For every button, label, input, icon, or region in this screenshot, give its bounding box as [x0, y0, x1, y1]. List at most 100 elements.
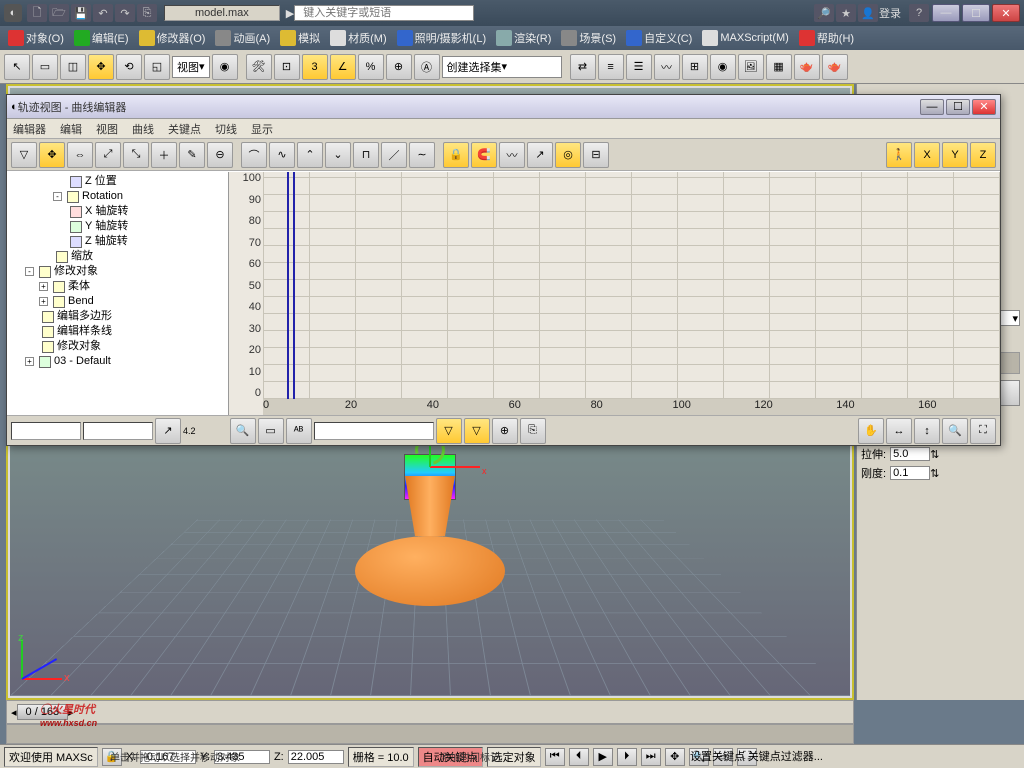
tree-node[interactable]: 编辑多边形: [9, 309, 226, 324]
tree-node[interactable]: 修改对象: [9, 339, 226, 354]
scale-value-icon[interactable]: ⤡: [123, 142, 149, 168]
ref-coord-select[interactable]: 视图 ▾: [172, 56, 210, 78]
curve-editor-icon[interactable]: 〰: [654, 54, 680, 80]
scale-keys-icon[interactable]: ⤢: [95, 142, 121, 168]
menu-材质(M)[interactable]: 材质(M): [326, 30, 391, 46]
render-setup-icon[interactable]: 🖼: [738, 54, 764, 80]
goto-start-icon[interactable]: ⏮: [545, 748, 565, 766]
ce-assign-icon[interactable]: ⊕: [492, 418, 518, 444]
ce-menu-切线[interactable]: 切线: [215, 121, 237, 137]
tangent-auto-icon[interactable]: ⌒: [241, 142, 267, 168]
key-time-field[interactable]: [11, 422, 81, 440]
menu-照明/摄影机(L)[interactable]: 照明/摄影机(L): [393, 30, 491, 46]
menu-修改器(O)[interactable]: 修改器(O): [135, 30, 210, 46]
track-bar[interactable]: [6, 724, 854, 744]
tangent-smooth-icon[interactable]: ∼: [409, 142, 435, 168]
save-icon[interactable]: 💾: [71, 4, 91, 22]
ce-maximize-button[interactable]: ☐: [946, 99, 970, 115]
biped-x-icon[interactable]: X: [914, 142, 940, 168]
tree-node[interactable]: X 轴旋转: [9, 204, 226, 219]
pan-icon[interactable]: ✥: [665, 748, 685, 766]
expand-icon[interactable]: +: [39, 282, 48, 291]
open-icon[interactable]: 🗁: [49, 4, 69, 22]
tree-node[interactable]: +03 - Default: [9, 354, 226, 369]
new-icon[interactable]: 🗋: [27, 4, 47, 22]
move-keys-icon[interactable]: ✥: [39, 142, 65, 168]
schematic-icon[interactable]: ⊞: [682, 54, 708, 80]
select-region-icon[interactable]: ▭: [32, 54, 58, 80]
curve-editor-titlebar[interactable]: ◐ 轨迹视图 - 曲线编辑器 — ☐ ✕: [7, 95, 1000, 119]
ce-menu-曲线[interactable]: 曲线: [132, 121, 154, 137]
expand-icon[interactable]: -: [53, 192, 62, 201]
ce-menu-关键点[interactable]: 关键点: [168, 121, 201, 137]
track-set-icon[interactable]: ⊟: [583, 142, 609, 168]
select-window-icon[interactable]: ◫: [60, 54, 86, 80]
menu-自定义(C)[interactable]: 自定义(C): [622, 30, 696, 46]
stretch-field[interactable]: [890, 447, 930, 461]
play-icon[interactable]: ▶: [593, 748, 613, 766]
render-frame-icon[interactable]: ▦: [766, 54, 792, 80]
menu-编辑(E)[interactable]: 编辑(E): [70, 30, 133, 46]
menu-场景(S)[interactable]: 场景(S): [557, 30, 620, 46]
ce-close-button[interactable]: ✕: [972, 99, 996, 115]
rotate-icon[interactable]: ⟲: [116, 54, 142, 80]
ce-copy-icon[interactable]: ⎘: [520, 418, 546, 444]
spinner-snap-icon[interactable]: ⊕: [386, 54, 412, 80]
z-field[interactable]: [288, 750, 344, 764]
quick-render-icon[interactable]: 🫖: [822, 54, 848, 80]
menu-对象(O)[interactable]: 对象(O): [4, 30, 68, 46]
filter-icon[interactable]: ▽: [11, 142, 37, 168]
key-value-field[interactable]: [83, 422, 153, 440]
biped-z-icon[interactable]: Z: [970, 142, 996, 168]
login-label[interactable]: 登录: [879, 5, 901, 21]
layers-icon[interactable]: ☰: [626, 54, 652, 80]
favorite-icon[interactable]: ★: [836, 4, 856, 22]
tree-node[interactable]: Y 轴旋转: [9, 219, 226, 234]
zoom-region-icon[interactable]: ▭: [258, 418, 284, 444]
add-key-icon[interactable]: ＋: [151, 142, 177, 168]
help-icon[interactable]: ?: [909, 4, 929, 22]
mirror-icon[interactable]: ⇄: [570, 54, 596, 80]
lock-icon[interactable]: 🔒: [443, 142, 469, 168]
menu-MAXScript(M)[interactable]: MAXScript(M): [698, 30, 792, 46]
manip-icon[interactable]: 🛠: [246, 54, 272, 80]
zoom-v-icon[interactable]: ↕: [914, 418, 940, 444]
zoom-selected-icon[interactable]: 🔍: [230, 418, 256, 444]
snap-toggle-icon[interactable]: 3: [302, 54, 328, 80]
spinner-icon[interactable]: ⇅: [930, 448, 939, 461]
named-sel-icon[interactable]: Ⓐ: [414, 54, 440, 80]
menu-帮助(H)[interactable]: 帮助(H): [795, 30, 858, 46]
ce-menu-显示[interactable]: 显示: [251, 121, 273, 137]
scale-icon[interactable]: ◱: [144, 54, 170, 80]
ce-filter2-icon[interactable]: ▽: [464, 418, 490, 444]
setkey-button[interactable]: 设置关键点 关键点过滤器...: [690, 748, 823, 764]
keymode-icon[interactable]: ⊡: [274, 54, 300, 80]
tangent-slow-icon[interactable]: ⌄: [325, 142, 351, 168]
zoom-h-icon[interactable]: ↔: [886, 418, 912, 444]
tangent-custom-icon[interactable]: ∿: [269, 142, 295, 168]
undo-icon[interactable]: ↶: [93, 4, 113, 22]
track-name-field[interactable]: [314, 422, 434, 440]
biped-select-icon[interactable]: 🚶: [886, 142, 912, 168]
tangent-fast-icon[interactable]: ⌃: [297, 142, 323, 168]
stiff-field[interactable]: [890, 466, 930, 480]
zoom-ext-icon[interactable]: ⛶: [970, 418, 996, 444]
show-keyable-icon[interactable]: ◎: [555, 142, 581, 168]
ce-menu-视图[interactable]: 视图: [96, 121, 118, 137]
biped-y-icon[interactable]: Y: [942, 142, 968, 168]
nav-arrow-icon[interactable]: ↗: [155, 418, 181, 444]
material-icon[interactable]: ◉: [710, 54, 736, 80]
graph-plot[interactable]: [263, 172, 1000, 399]
ce-menu-编辑器[interactable]: 编辑器: [13, 121, 46, 137]
tree-node[interactable]: -修改对象: [9, 264, 226, 279]
redo-icon[interactable]: ↷: [115, 4, 135, 22]
maximize-button[interactable]: ☐: [962, 4, 990, 22]
render-icon[interactable]: 🫖: [794, 54, 820, 80]
ce-menu-编辑[interactable]: 编辑: [60, 121, 82, 137]
binoculars-icon[interactable]: 🔎: [814, 4, 834, 22]
expand-icon[interactable]: -: [25, 267, 34, 276]
tree-node[interactable]: +Bend: [9, 294, 226, 309]
zoom-graph-icon[interactable]: 🔍: [942, 418, 968, 444]
snap-frame-icon[interactable]: 🧲: [471, 142, 497, 168]
goto-end-icon[interactable]: ⏭: [641, 748, 661, 766]
